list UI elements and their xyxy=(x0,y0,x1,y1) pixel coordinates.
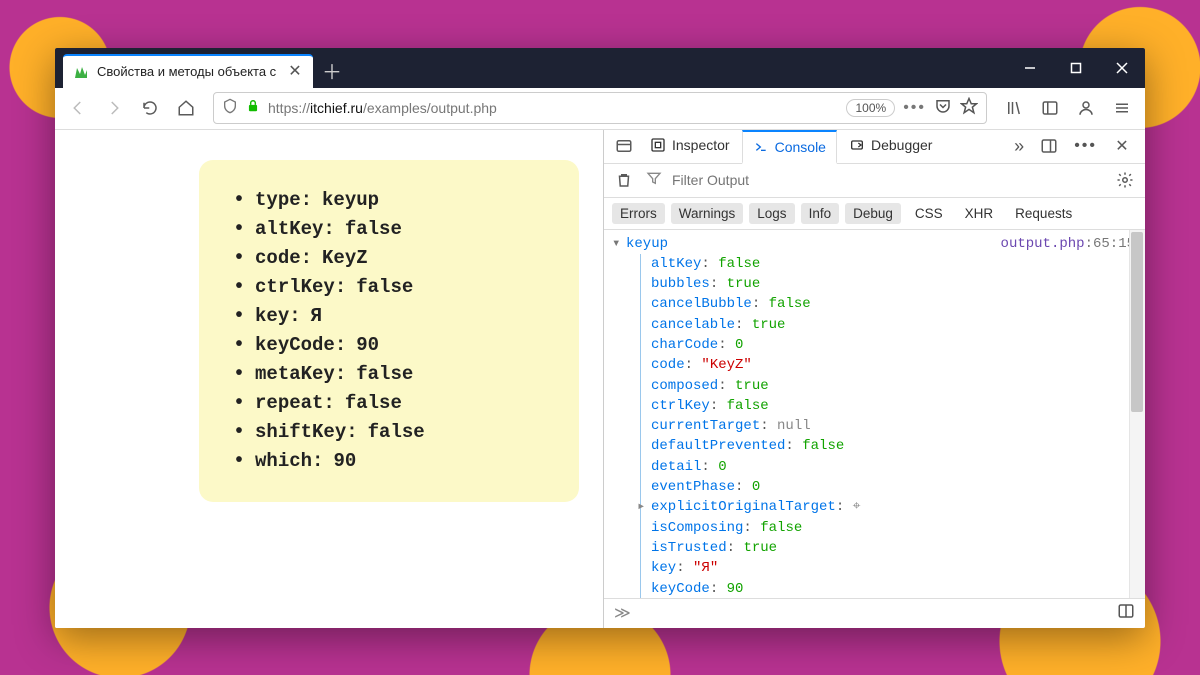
titlebar: Свойства и методы объекта с ✕ ＋ xyxy=(55,48,1145,88)
console-prop[interactable]: cancelBubble: false xyxy=(651,294,1145,314)
new-tab-button[interactable]: ＋ xyxy=(317,56,347,86)
console-filter-bar xyxy=(604,164,1145,198)
split-console-icon[interactable] xyxy=(1117,602,1135,625)
tab-inspector[interactable]: Inspector xyxy=(640,129,740,163)
pocket-icon[interactable] xyxy=(934,97,952,120)
console-prop[interactable]: cancelable: true xyxy=(651,315,1145,335)
prompt-chevron-icon: ≫ xyxy=(614,603,631,623)
card-prop: repeat: false xyxy=(233,389,545,418)
tab-debugger[interactable]: Debugger xyxy=(839,129,943,163)
library-icon[interactable] xyxy=(997,91,1031,125)
event-card: type: keyupaltKey: falsecode: KeyZctrlKe… xyxy=(199,160,579,502)
account-icon[interactable] xyxy=(1069,91,1103,125)
console-settings-icon[interactable] xyxy=(1113,163,1137,197)
log-location[interactable]: output.php:65:15 xyxy=(1001,234,1135,254)
console-prop[interactable]: keyCode: 90 xyxy=(651,579,1145,598)
card-prop: keyCode: 90 xyxy=(233,331,545,360)
card-prop: type: keyup xyxy=(233,186,545,215)
devtools-close-icon[interactable]: ✕ xyxy=(1105,129,1139,163)
tab-title: Свойства и методы объекта с xyxy=(97,64,279,79)
menu-icon[interactable] xyxy=(1105,91,1139,125)
url-host: itchief.ru xyxy=(310,100,363,116)
console-prop[interactable]: isComposing: false xyxy=(651,518,1145,538)
browser-window: Свойства и методы объекта с ✕ ＋ https://… xyxy=(55,48,1145,628)
cat-errors[interactable]: Errors xyxy=(612,203,665,224)
card-prop: ctrlKey: false xyxy=(233,273,545,302)
window-controls xyxy=(1007,48,1145,88)
page-viewport: type: keyupaltKey: falsecode: KeyZctrlKe… xyxy=(55,130,603,628)
back-button[interactable] xyxy=(61,91,95,125)
nav-toolbar: https://itchief.ru/examples/output.php 1… xyxy=(55,88,1145,130)
devtools-overflow-icon[interactable]: » xyxy=(1014,136,1024,157)
dock-side-icon[interactable] xyxy=(1032,129,1066,163)
card-prop: key: Я xyxy=(233,302,545,331)
url-text: https://itchief.ru/examples/output.php xyxy=(268,100,838,116)
iframe-picker-icon[interactable] xyxy=(610,129,638,163)
cat-debug[interactable]: Debug xyxy=(845,203,901,224)
card-prop: which: 90 xyxy=(233,447,545,476)
console-scroll[interactable]: ▾ keyup output.php:65:15 altKey: falsebu… xyxy=(604,230,1145,598)
tab-console[interactable]: Console xyxy=(742,130,837,164)
console-scrollbar[interactable] xyxy=(1129,230,1145,598)
log-header[interactable]: ▾ keyup output.php:65:15 xyxy=(612,234,1145,254)
clear-console-icon[interactable] xyxy=(612,163,636,197)
favicon-icon xyxy=(73,64,89,80)
console-prop[interactable]: defaultPrevented: false xyxy=(651,436,1145,456)
reload-button[interactable] xyxy=(133,91,167,125)
minimize-button[interactable] xyxy=(1007,48,1053,88)
page-actions-icon[interactable]: ••• xyxy=(903,99,926,117)
forward-button[interactable] xyxy=(97,91,131,125)
console-prop[interactable]: currentTarget: null xyxy=(651,416,1145,436)
cat-warnings[interactable]: Warnings xyxy=(671,203,744,224)
scrollbar-thumb[interactable] xyxy=(1131,232,1143,412)
content-area: type: keyupaltKey: falsecode: KeyZctrlKe… xyxy=(55,130,1145,628)
console-categories: Errors Warnings Logs Info Debug CSS XHR … xyxy=(604,198,1145,230)
devtools-tabs: Inspector Console Debugger » ••• ✕ xyxy=(604,130,1145,164)
console-prop[interactable]: ▸explicitOriginalTarget: ⌖ xyxy=(651,497,1145,517)
card-prop: shiftKey: false xyxy=(233,418,545,447)
cat-xhr[interactable]: XHR xyxy=(957,203,1002,224)
url-scheme: https:// xyxy=(268,100,310,116)
shield-icon[interactable] xyxy=(222,98,238,119)
maximize-button[interactable] xyxy=(1053,48,1099,88)
console-prop[interactable]: ctrlKey: false xyxy=(651,396,1145,416)
console-prop[interactable]: composed: true xyxy=(651,376,1145,396)
home-button[interactable] xyxy=(169,91,203,125)
zoom-indicator[interactable]: 100% xyxy=(846,99,895,117)
filter-funnel-icon[interactable] xyxy=(646,170,662,191)
console-prop[interactable]: code: "KeyZ" xyxy=(651,355,1145,375)
sidebar-icon[interactable] xyxy=(1033,91,1067,125)
cat-requests[interactable]: Requests xyxy=(1007,203,1080,224)
console-prompt[interactable]: ≫ xyxy=(604,598,1145,628)
url-bar[interactable]: https://itchief.ru/examples/output.php 1… xyxy=(213,92,987,124)
devtools-panel: Inspector Console Debugger » ••• ✕ Error… xyxy=(603,130,1145,628)
card-prop: code: KeyZ xyxy=(233,244,545,273)
cat-info[interactable]: Info xyxy=(801,203,840,224)
console-prop[interactable]: eventPhase: 0 xyxy=(651,477,1145,497)
console-prop[interactable]: detail: 0 xyxy=(651,457,1145,477)
devtools-menu-icon[interactable]: ••• xyxy=(1074,137,1097,155)
cat-logs[interactable]: Logs xyxy=(749,203,794,224)
console-prop[interactable]: key: "Я" xyxy=(651,558,1145,578)
console-prop[interactable]: isTrusted: true xyxy=(651,538,1145,558)
console-prop[interactable]: bubbles: true xyxy=(651,274,1145,294)
cat-css[interactable]: CSS xyxy=(907,203,951,224)
url-path: /examples/output.php xyxy=(363,100,497,116)
event-name: keyup xyxy=(626,234,668,254)
bookmark-star-icon[interactable] xyxy=(960,97,978,120)
tab-close-icon[interactable]: ✕ xyxy=(287,64,303,80)
lock-icon[interactable] xyxy=(246,99,260,118)
console-prop[interactable]: altKey: false xyxy=(651,254,1145,274)
collapse-arrow-icon[interactable]: ▾ xyxy=(612,234,626,254)
console-prop[interactable]: charCode: 0 xyxy=(651,335,1145,355)
filter-input[interactable] xyxy=(672,172,1103,188)
close-button[interactable] xyxy=(1099,48,1145,88)
console-output: ▾ keyup output.php:65:15 altKey: falsebu… xyxy=(604,230,1145,598)
card-prop: altKey: false xyxy=(233,215,545,244)
browser-tab[interactable]: Свойства и методы объекта с ✕ xyxy=(63,54,313,88)
card-prop: metaKey: false xyxy=(233,360,545,389)
